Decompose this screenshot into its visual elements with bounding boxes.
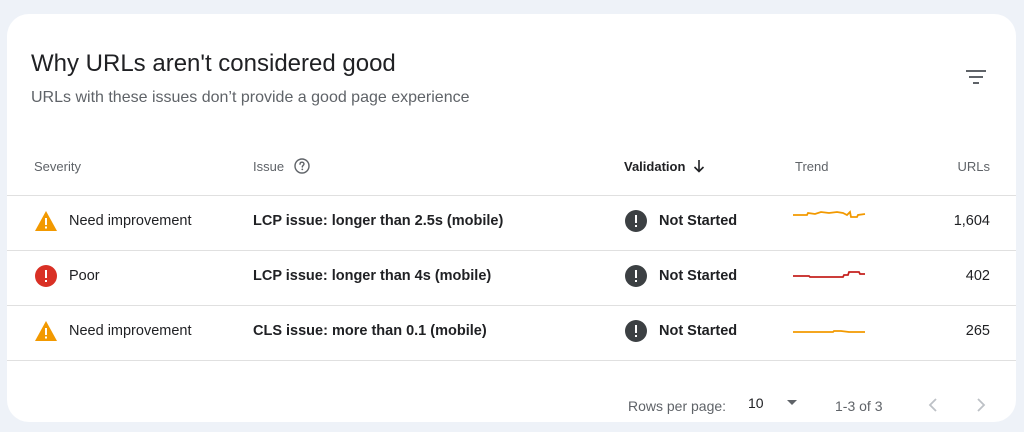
- column-header-validation[interactable]: Validation: [624, 155, 705, 177]
- issue-label: LCP issue: longer than 2.5s (mobile): [253, 213, 504, 229]
- divider: [7, 360, 1016, 361]
- filter-list-icon: [966, 70, 986, 84]
- column-label-issue: Issue: [253, 158, 285, 174]
- warning-triangle-icon: [35, 321, 57, 341]
- divider: [7, 250, 1016, 251]
- rows-per-page-value: 10: [748, 395, 764, 411]
- validation-label: Not Started: [659, 323, 738, 339]
- column-label-validation: Validation: [624, 158, 686, 174]
- column-header-severity[interactable]: Severity: [34, 155, 81, 177]
- validation-cell: Not Started: [625, 209, 737, 233]
- card-title: Why URLs aren't considered good: [31, 50, 396, 77]
- trend-sparkline: [793, 330, 865, 333]
- severity-cell: Need improvement: [34, 209, 192, 233]
- divider: [7, 195, 1016, 196]
- column-header-issue[interactable]: Issue: [253, 155, 310, 177]
- warning-triangle-icon: [35, 211, 57, 231]
- column-header-urls[interactable]: URLs: [937, 155, 990, 177]
- validation-cell: Not Started: [625, 319, 737, 343]
- pagination-range: 1-3 of 3: [835, 398, 883, 414]
- urls-count: 1,604: [953, 213, 990, 229]
- chevron-right-icon: [977, 398, 986, 412]
- validation-cell: Not Started: [625, 264, 737, 288]
- trend-sparkline: [793, 271, 865, 278]
- card-subtitle: URLs with these issues don’t provide a g…: [31, 89, 470, 106]
- issue-label: LCP issue: longer than 4s (mobile): [253, 268, 492, 284]
- severity-label: Poor: [69, 268, 100, 284]
- column-label-severity: Severity: [34, 158, 81, 174]
- severity-label: Need improvement: [69, 323, 192, 339]
- help-icon[interactable]: [294, 158, 310, 174]
- issue-label: CLS issue: more than 0.1 (mobile): [253, 323, 487, 339]
- rows-per-page-label: Rows per page:: [628, 398, 727, 414]
- urls-count: 402: [965, 268, 990, 284]
- column-header-trend: Trend: [795, 155, 828, 177]
- error-circle-icon: [35, 265, 57, 287]
- divider: [7, 305, 1016, 306]
- rows-per-page-select[interactable]: 10: [748, 395, 798, 411]
- filter-button[interactable]: [957, 58, 995, 96]
- previous-page-button[interactable]: [920, 392, 946, 418]
- trend-sparkline: [793, 210, 866, 218]
- info-status-icon: [625, 265, 647, 287]
- chevron-left-icon: [928, 398, 937, 412]
- severity-label: Need improvement: [69, 213, 192, 229]
- info-status-icon: [625, 320, 647, 342]
- dropdown-arrow-icon: [786, 400, 797, 405]
- severity-cell: Poor: [34, 264, 100, 288]
- column-label-trend: Trend: [795, 158, 829, 174]
- validation-label: Not Started: [659, 268, 738, 284]
- severity-cell: Need improvement: [34, 319, 192, 343]
- arrow-down-icon: [694, 160, 705, 173]
- next-page-button[interactable]: [968, 392, 994, 418]
- info-status-icon: [625, 210, 647, 232]
- column-label-urls: URLs: [957, 158, 990, 174]
- urls-count: 265: [965, 323, 990, 339]
- validation-label: Not Started: [659, 213, 738, 229]
- issues-card: Why URLs aren't considered good URLs wit…: [7, 14, 1016, 422]
